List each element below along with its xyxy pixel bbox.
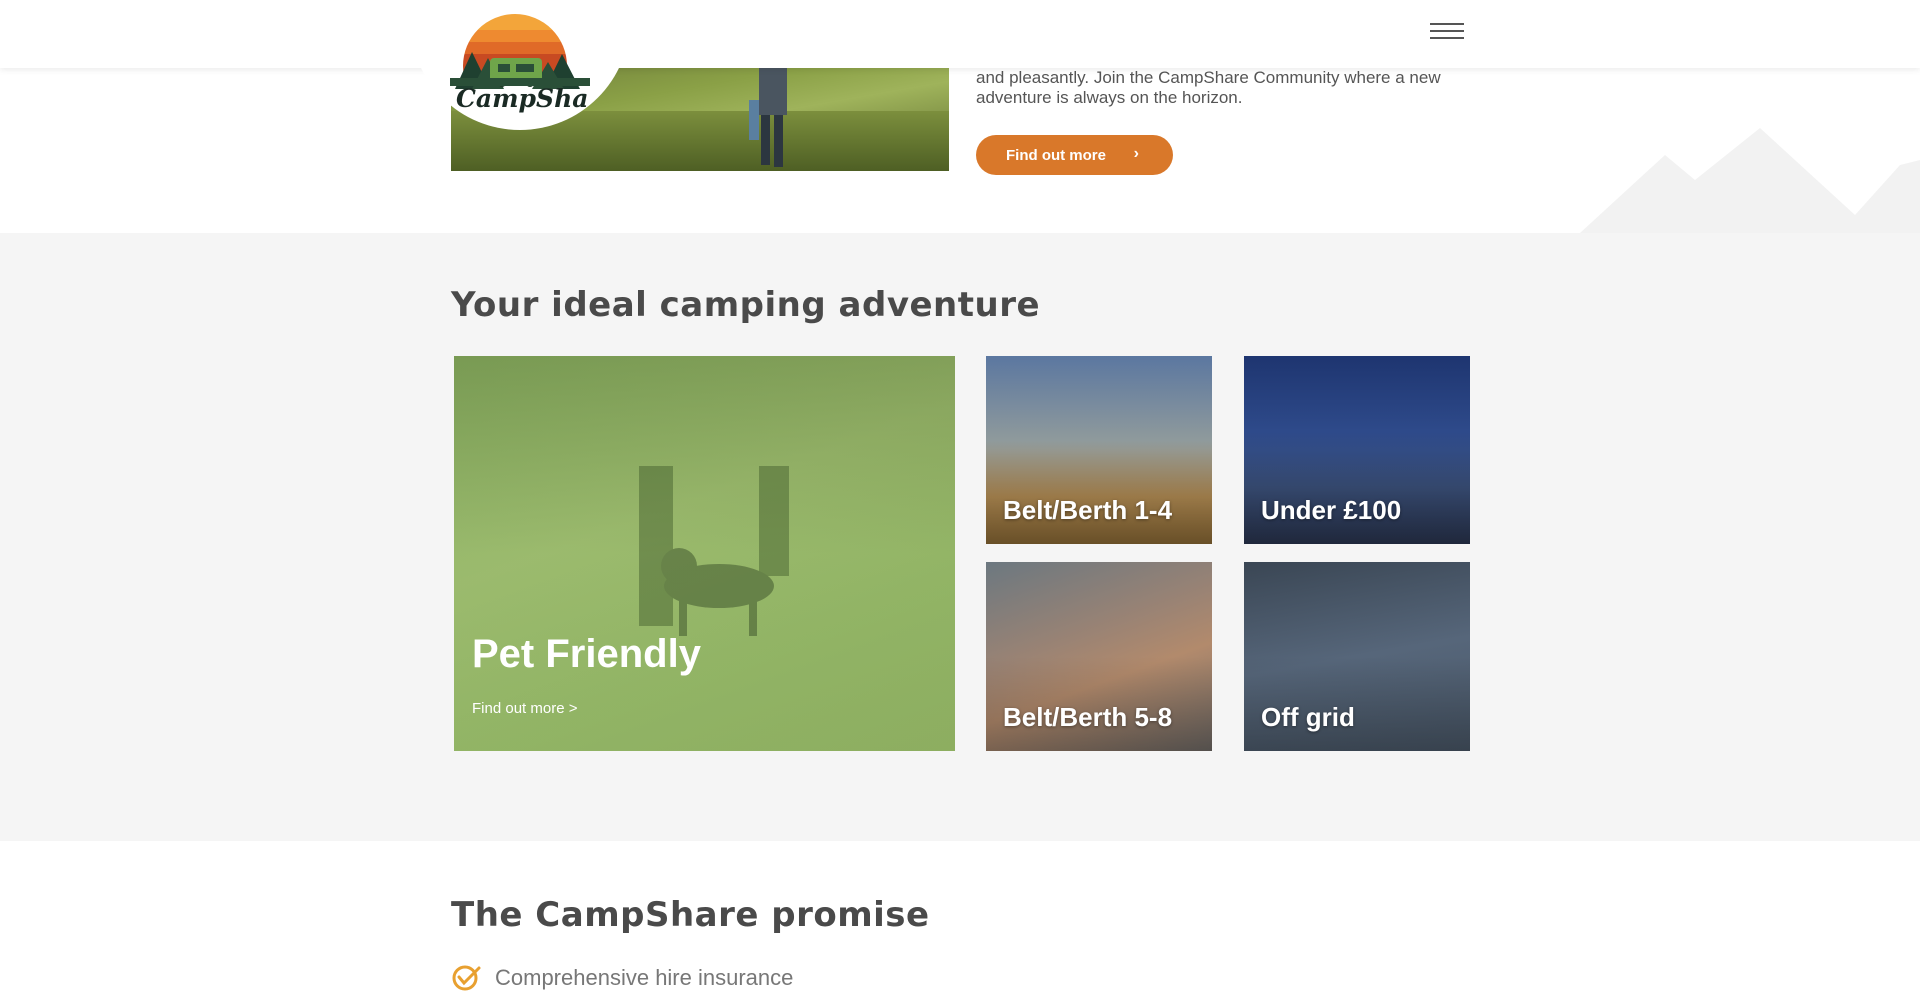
find-out-more-button[interactable]: Find out more › <box>976 135 1173 175</box>
chevron-right-icon: › <box>1133 145 1139 162</box>
dog-image <box>639 466 789 636</box>
promise-title: The CampShare promise <box>451 895 930 935</box>
find-out-more-label: Find out more <box>1006 146 1106 164</box>
adventure-section: Your ideal camping adventure Pet Friendl… <box>0 233 1920 841</box>
tile-label: Belt/Berth 1-4 <box>1003 495 1173 525</box>
mountain-decoration <box>1580 128 1920 233</box>
pet-friendly-label: Pet Friendly <box>472 632 701 676</box>
logo-text: CampShare <box>456 84 590 113</box>
promise-item: Comprehensive hire insurance <box>451 965 793 991</box>
tile-pet-friendly[interactable]: Pet Friendly Find out more > <box>454 356 955 751</box>
campshare-logo[interactable]: CampShare <box>410 0 630 132</box>
promise-item-text: Comprehensive hire insurance <box>495 965 794 990</box>
tile-off-grid[interactable]: Off grid <box>1244 562 1470 751</box>
tile-label: Belt/Berth 5-8 <box>1003 702 1173 732</box>
promise-section: The CampShare promise Comprehensive hire… <box>0 841 1920 991</box>
logo-icon: CampShare <box>450 14 590 113</box>
tile-label: Under £100 <box>1261 495 1402 525</box>
tile-under-100[interactable]: Under £100 <box>1244 356 1470 544</box>
intro-description: and pleasantly. Join the CampShare Commu… <box>976 68 1441 107</box>
hamburger-icon[interactable] <box>1430 18 1464 46</box>
hiker-figure <box>749 60 787 167</box>
check-circle-icon <box>452 965 481 991</box>
tile-berth-1-4[interactable]: Belt/Berth 1-4 <box>986 356 1212 544</box>
tile-berth-5-8[interactable]: Belt/Berth 5-8 <box>986 562 1212 751</box>
pet-friendly-link[interactable]: Find out more > <box>472 700 577 717</box>
tile-label: Off grid <box>1261 702 1355 732</box>
site-header <box>0 0 1920 68</box>
adventure-title: Your ideal camping adventure <box>451 285 1041 325</box>
